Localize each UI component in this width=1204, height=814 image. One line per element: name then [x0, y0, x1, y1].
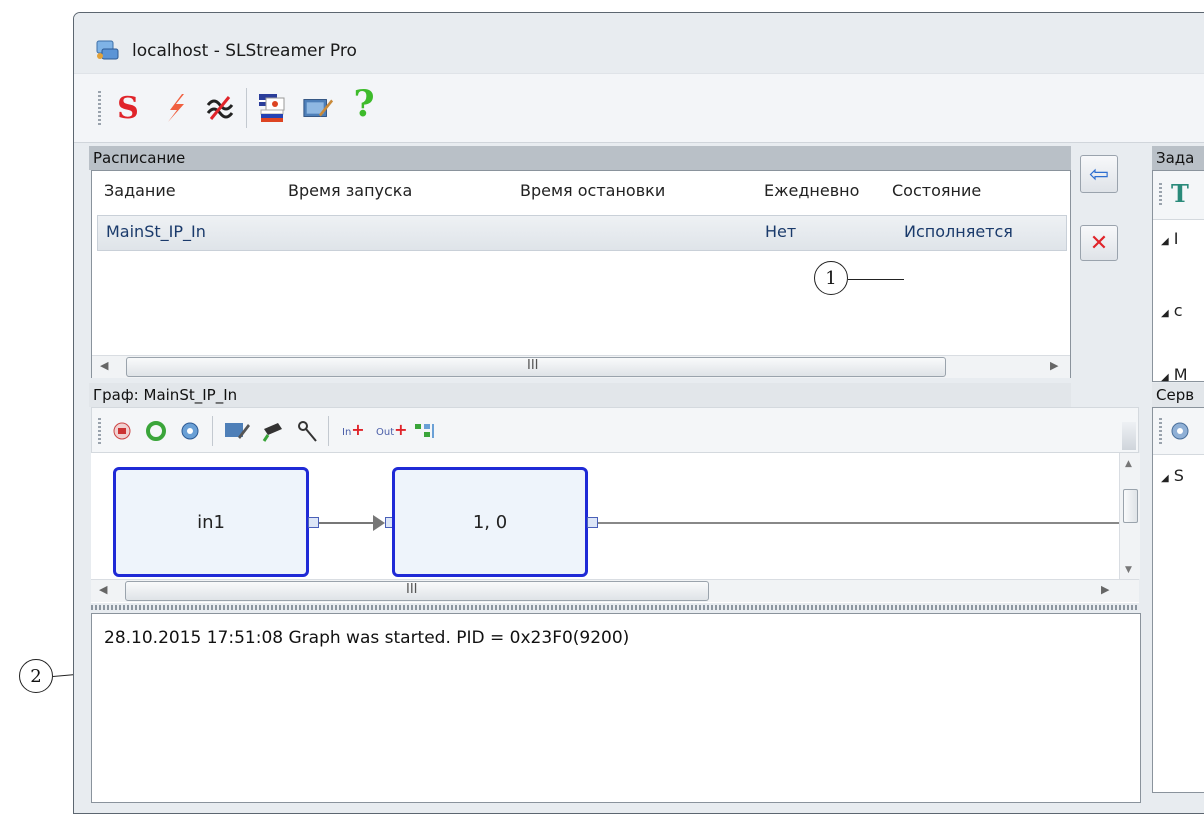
tree-item[interactable]: ◢ c [1161, 301, 1183, 320]
graph-layout-icon[interactable] [414, 422, 436, 440]
delete-button[interactable]: ✕ [1080, 225, 1118, 261]
callout-1: 1 [814, 261, 848, 295]
s-server-icon[interactable]: S [112, 90, 144, 126]
schedule-panel-header: Расписание [89, 146, 1071, 170]
vscroll-thumb[interactable] [1123, 489, 1138, 523]
graph-toolbar: In+ Out+ [91, 407, 1139, 453]
graph-edge-outgoing [598, 522, 1119, 524]
graph-node-in1[interactable]: in1 [113, 467, 309, 577]
tree-item[interactable]: ◢ S [1161, 466, 1184, 485]
add-output-icon[interactable]: Out+ [376, 420, 408, 439]
graph-edge [319, 522, 377, 524]
callout-1-leader [848, 279, 904, 280]
graph-canvas[interactable]: in1 1, 0 ▲ ▼ ◀ III ▶ [91, 453, 1140, 603]
cell-task: MainSt_IP_In [106, 222, 206, 241]
wave-icon[interactable] [204, 90, 236, 126]
callout-2: 2 [19, 659, 53, 693]
cell-daily: Нет [765, 222, 797, 241]
tasks-panel-header: Зада [1152, 146, 1204, 170]
servers-toolbar [1153, 408, 1204, 455]
move-left-button[interactable]: ⇦ [1080, 155, 1118, 193]
schedule-hscrollbar[interactable]: ◀ III ▶ [92, 355, 1070, 378]
scroll-thumb[interactable]: III [126, 357, 946, 377]
s-glyph: S [117, 90, 139, 126]
tasks-panel: T ◢ I ◢ c ◢ M [1152, 170, 1204, 384]
add-input-icon[interactable]: In+ [342, 420, 365, 439]
tasks-toolbar: T [1153, 171, 1204, 220]
lightning-icon[interactable] [160, 90, 192, 126]
col-header-state[interactable]: Состояние [892, 181, 981, 200]
scroll-left-arrow[interactable]: ◀ [99, 583, 107, 596]
log-splitter[interactable] [91, 605, 1139, 610]
vscroll-up-arrow[interactable]: ▲ [1125, 459, 1132, 469]
main-toolbar: S ? [74, 73, 1204, 143]
title-bar: localhost - SLStreamer Pro [74, 13, 1204, 73]
graph-toolbar-grip[interactable] [98, 418, 101, 444]
scroll-grip: III [406, 582, 418, 597]
tree-item-label: c [1173, 301, 1183, 320]
server-gear-icon[interactable] [1169, 420, 1191, 442]
graph-toolbar-separator-2 [328, 416, 329, 446]
graph-toolbar-overflow[interactable] [1122, 422, 1136, 450]
graph-vscrollbar[interactable]: ▲ ▼ [1119, 453, 1140, 579]
col-header-stop-time[interactable]: Время остановки [520, 181, 665, 200]
servers-panel-header: Серв [1152, 383, 1204, 407]
text-tool-icon[interactable]: T [1171, 179, 1189, 208]
graph-panel-header: Граф: MainSt_IP_In [89, 383, 1071, 407]
col-header-daily[interactable]: Ежедневно [764, 181, 859, 200]
col-header-task[interactable]: Задание [104, 181, 176, 200]
tree-item-label: M [1173, 365, 1188, 384]
graph-edit-screen-icon[interactable] [224, 419, 250, 443]
log-line: 28.10.2015 17:51:08 Graph was started. P… [104, 628, 630, 648]
app-logo-icon [94, 39, 120, 61]
scroll-thumb[interactable]: III [125, 581, 709, 601]
node-output-port[interactable] [587, 517, 598, 528]
graph-hscrollbar[interactable]: ◀ III ▶ [91, 579, 1139, 602]
graph-stop-icon[interactable] [110, 419, 134, 443]
window-title: localhost - SLStreamer Pro [132, 41, 357, 61]
vscroll-down-arrow[interactable]: ▼ [1125, 565, 1132, 575]
log-panel: 28.10.2015 17:51:08 Graph was started. P… [91, 613, 1141, 803]
toolbar-separator [246, 88, 247, 128]
add-input-label: In [342, 427, 352, 438]
tree-item-label: I [1173, 229, 1179, 248]
delete-x-icon: ✕ [1089, 230, 1109, 256]
add-output-label: Out [376, 427, 395, 438]
graph-toolbar-separator [212, 416, 213, 446]
table-row[interactable]: MainSt_IP_In Нет Исполняется [97, 215, 1067, 251]
scroll-left-arrow[interactable]: ◀ [100, 359, 108, 372]
tree-item-label: S [1173, 466, 1184, 485]
servers-panel: ◢ S [1152, 407, 1204, 793]
servers-toolbar-grip[interactable] [1159, 418, 1162, 444]
scroll-grip: III [527, 358, 539, 373]
scroll-right-arrow[interactable]: ▶ [1050, 359, 1058, 372]
cell-state: Исполняется [904, 222, 1013, 241]
col-header-start-time[interactable]: Время запуска [288, 181, 412, 200]
graph-settings-icon[interactable] [178, 419, 202, 443]
app-window: localhost - SLStreamer Pro S ? Расписани… [73, 12, 1204, 814]
tasks-toolbar-grip[interactable] [1159, 183, 1162, 207]
edit-screen-icon[interactable] [302, 90, 334, 126]
schedule-grid: Задание Время запуска Время остановки Еж… [91, 170, 1071, 378]
back-arrow-icon: ⇦ [1088, 160, 1110, 188]
graph-edge-arrowhead [373, 515, 385, 531]
graph-node-1-0[interactable]: 1, 0 [392, 467, 588, 577]
help-glyph: ? [353, 83, 375, 125]
graph-refresh-icon[interactable] [144, 419, 168, 443]
tree-item[interactable]: ◢ M [1161, 365, 1188, 384]
scroll-right-arrow[interactable]: ▶ [1101, 583, 1109, 596]
graph-tool-icon[interactable] [296, 419, 320, 443]
node-output-port[interactable] [308, 517, 319, 528]
toolbar-grip[interactable] [98, 91, 101, 127]
graph-brush-icon[interactable] [260, 419, 286, 443]
flags-language-icon[interactable] [256, 90, 288, 126]
help-icon[interactable]: ? [348, 83, 380, 125]
tree-item[interactable]: ◢ I [1161, 229, 1179, 248]
